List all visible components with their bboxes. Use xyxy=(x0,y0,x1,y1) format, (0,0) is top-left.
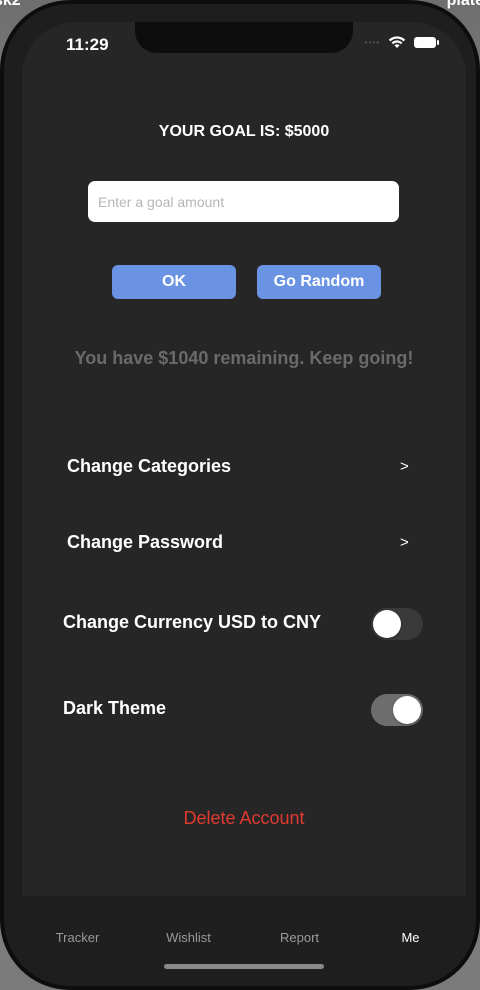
tab-wishlist[interactable]: Wishlist xyxy=(133,930,244,945)
battery-icon xyxy=(414,37,439,48)
currency-toggle[interactable] xyxy=(371,608,423,640)
phone-bezel: 11:29 •••• YOUR GOAL IS: $5000 OK Go Ran… xyxy=(4,4,476,986)
chevron-right-icon: > xyxy=(400,534,409,551)
signal-dots-icon: •••• xyxy=(364,38,380,47)
status-time: 11:29 xyxy=(66,35,109,54)
goal-amount-input[interactable] xyxy=(88,181,399,222)
dark-theme-label: Dark Theme xyxy=(63,698,167,718)
background-window-text-left: sk2 xyxy=(0,0,21,9)
phone-frame: 11:29 •••• YOUR GOAL IS: $5000 OK Go Ran… xyxy=(0,0,480,990)
remaining-message: You have $1040 remaining. Keep going! xyxy=(74,348,414,368)
background-window-text-right: plate xyxy=(446,0,480,9)
change-categories-label: Change Categories xyxy=(67,456,232,476)
chevron-right-icon: > xyxy=(400,458,409,475)
status-icons: •••• xyxy=(364,36,439,49)
wifi-icon xyxy=(388,36,406,48)
currency-toggle-label: Change Currency USD to CNY xyxy=(63,612,322,632)
tab-tracker[interactable]: Tracker xyxy=(22,930,133,945)
tab-me[interactable]: Me xyxy=(355,930,466,945)
toggle-knob xyxy=(393,696,421,724)
change-password-label: Change Password xyxy=(67,532,224,552)
ok-button[interactable]: OK xyxy=(112,265,236,299)
goal-title: YOUR GOAL IS: $5000 xyxy=(158,123,330,140)
delete-account-button[interactable]: Delete Account xyxy=(22,808,466,829)
go-random-button[interactable]: Go Random xyxy=(257,265,381,299)
toggle-knob xyxy=(373,610,401,638)
tab-report[interactable]: Report xyxy=(244,930,355,945)
notch xyxy=(135,22,353,53)
app-screen: 11:29 •••• YOUR GOAL IS: $5000 OK Go Ran… xyxy=(22,22,466,976)
dark-theme-toggle[interactable] xyxy=(371,694,423,726)
home-indicator xyxy=(164,964,324,969)
